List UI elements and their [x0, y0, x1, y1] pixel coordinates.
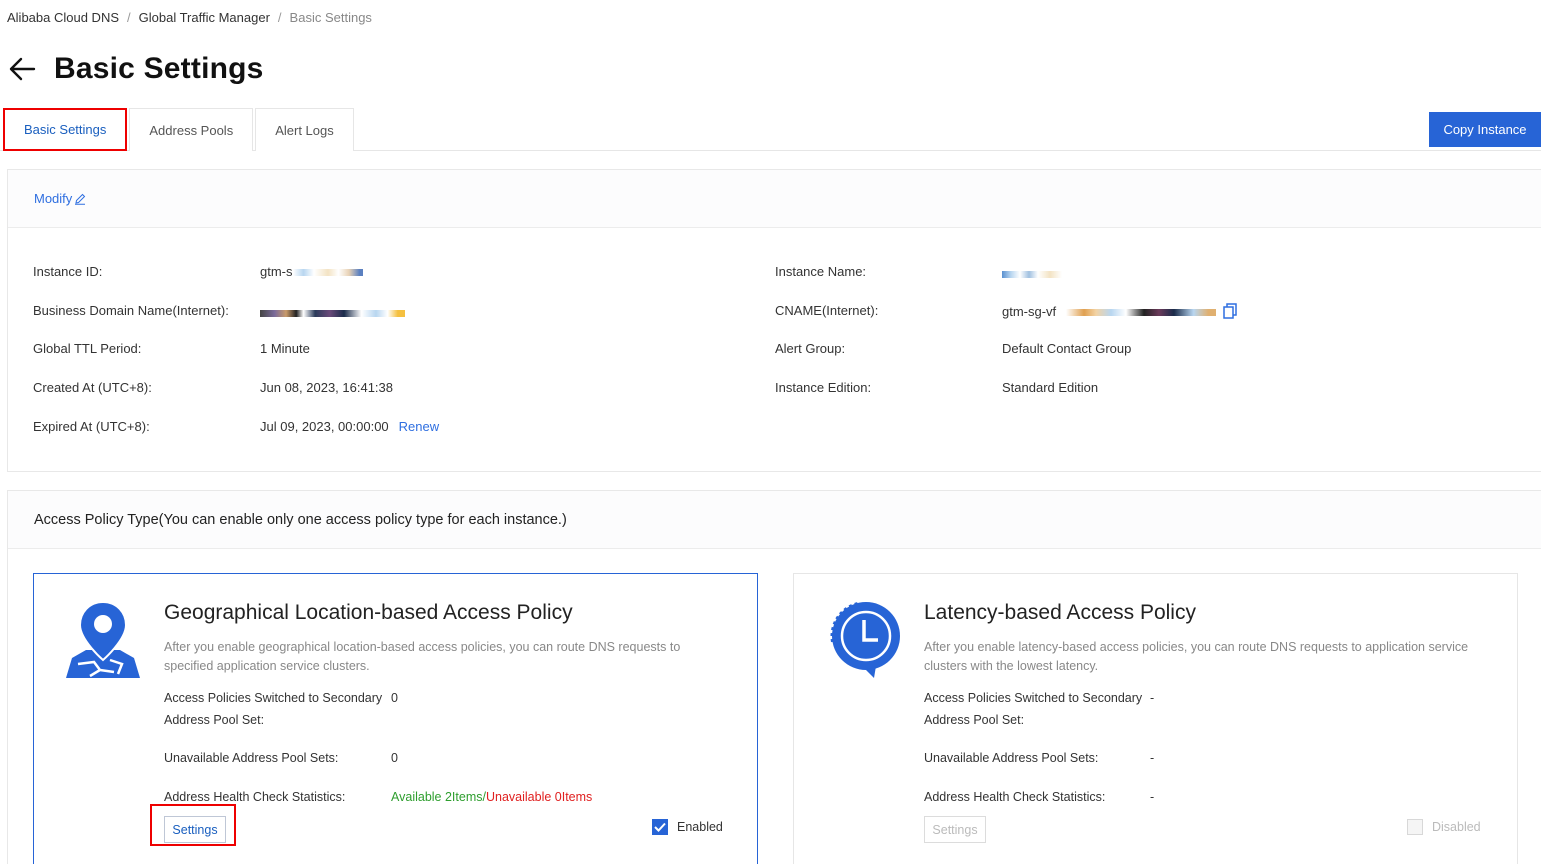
redacted-blur	[1002, 271, 1062, 279]
breadcrumb-item-dns[interactable]: Alibaba Cloud DNS	[7, 10, 119, 25]
created-label: Created At (UTC+8):	[33, 380, 152, 395]
ttl-label: Global TTL Period:	[33, 341, 142, 356]
latency-switched-label-2: Address Pool Set:	[924, 713, 1025, 727]
breadcrumb: Alibaba Cloud DNS / Global Traffic Manag…	[7, 10, 372, 25]
redacted-blur	[292, 269, 363, 277]
latency-policy-title: Latency-based Access Policy	[924, 601, 1196, 624]
latency-unavailable-label: Unavailable Address Pool Sets:	[924, 751, 1099, 765]
instance-id-value: gtm-s	[260, 264, 363, 279]
business-domain-value	[260, 305, 405, 320]
geo-health-value: Available 2Items/Unavailable 0Items	[391, 786, 592, 808]
copy-instance-button[interactable]: Copy Instance	[1429, 112, 1541, 147]
geo-unavailable-value: 0	[391, 751, 398, 765]
basic-info-panel: Modify	[7, 169, 1541, 472]
map-pin-icon	[66, 600, 140, 678]
geo-unavailable-label: Unavailable Address Pool Sets:	[164, 751, 339, 765]
pencil-icon	[75, 193, 86, 205]
tab-bar: Basic Settings Address Pools Alert Logs	[3, 108, 356, 151]
ttl-value: 1 Minute	[260, 341, 310, 356]
geo-policy-card[interactable]: Geographical Location-based Access Polic…	[33, 573, 758, 864]
edition-label: Instance Edition:	[775, 380, 872, 395]
alert-group-label: Alert Group:	[775, 341, 846, 356]
geo-switched-label-1: Access Policies Switched to Secondary	[164, 691, 383, 705]
cname-label: CNAME(Internet):	[775, 303, 879, 318]
geo-policy-title: Geographical Location-based Access Polic…	[164, 601, 573, 624]
latency-switched-value: -	[1150, 691, 1155, 705]
latency-switched-label-1: Access Policies Switched to Secondary	[924, 691, 1143, 705]
tab-basic-settings[interactable]: Basic Settings	[3, 108, 128, 151]
highlight-box	[150, 804, 236, 846]
latency-disabled-label: Disabled	[1432, 820, 1481, 834]
tab-address-pools[interactable]: Address Pools	[129, 108, 254, 151]
checkbox-unchecked-icon[interactable]	[1407, 819, 1423, 835]
instance-id-text: gtm-s	[260, 264, 293, 279]
cname-value: gtm-sg-vf	[1002, 303, 1238, 319]
back-arrow-icon[interactable]	[8, 55, 36, 83]
geo-health-available: Available 2Items	[391, 790, 483, 804]
geo-health-unavailable: Unavailable 0Items	[485, 790, 593, 804]
expired-label: Expired At (UTC+8):	[33, 419, 150, 434]
breadcrumb-separator: /	[277, 10, 282, 25]
business-domain-label: Business Domain Name(Internet):	[33, 303, 229, 318]
redacted-blur	[1065, 309, 1216, 317]
breadcrumb-separator: /	[127, 10, 131, 25]
copy-icon[interactable]	[1223, 303, 1238, 319]
page-header: Basic Settings	[8, 52, 264, 86]
expired-value: Jul 09, 2023, 00:00:00	[260, 419, 389, 434]
alert-group-value: Default Contact Group	[1002, 341, 1132, 356]
tab-alert-logs[interactable]: Alert Logs	[255, 108, 354, 151]
redacted-blur	[260, 310, 405, 318]
latency-policy-card[interactable]: Latency-based Access Policy After you en…	[793, 573, 1518, 864]
geo-switched-label-2: Address Pool Set:	[164, 713, 265, 727]
instance-name-label: Instance Name:	[775, 264, 867, 279]
geo-policy-description: After you enable geographical location-b…	[164, 640, 681, 673]
geo-enabled-label: Enabled	[677, 820, 723, 834]
page-title: Basic Settings	[54, 52, 264, 85]
modify-bar: Modify	[8, 170, 1541, 228]
latency-unavailable-value: -	[1150, 751, 1155, 765]
clock-icon	[830, 602, 900, 678]
instance-name-value	[1002, 266, 1062, 281]
created-value: Jun 08, 2023, 16:41:38	[260, 380, 394, 395]
geo-enabled-checkbox[interactable]: Enabled	[652, 819, 723, 835]
latency-health-label: Address Health Check Statistics:	[924, 790, 1106, 804]
latency-disabled-checkbox[interactable]: Disabled	[1407, 819, 1481, 835]
latency-health-value: -	[1150, 790, 1155, 804]
renew-link[interactable]: Renew	[399, 419, 439, 434]
access-policy-heading: Access Policy Type(You can enable only o…	[8, 491, 1541, 549]
checkbox-checked-icon[interactable]	[652, 819, 668, 835]
breadcrumb-item-gtm[interactable]: Global Traffic Manager	[139, 10, 270, 25]
modify-label: Modify	[34, 191, 73, 206]
expired-value-wrap: Jul 09, 2023, 00:00:00 Renew	[260, 419, 439, 434]
latency-policy-description: After you enable latency-based access po…	[924, 640, 1469, 673]
cname-text: gtm-sg-vf	[1002, 304, 1057, 319]
edition-value: Standard Edition	[1002, 380, 1099, 395]
geo-switched-value: 0	[391, 691, 398, 705]
latency-settings-button[interactable]: Settings	[924, 816, 986, 843]
breadcrumb-item-current: Basic Settings	[289, 10, 372, 25]
modify-link[interactable]: Modify	[34, 191, 86, 206]
instance-id-label: Instance ID:	[33, 264, 103, 279]
